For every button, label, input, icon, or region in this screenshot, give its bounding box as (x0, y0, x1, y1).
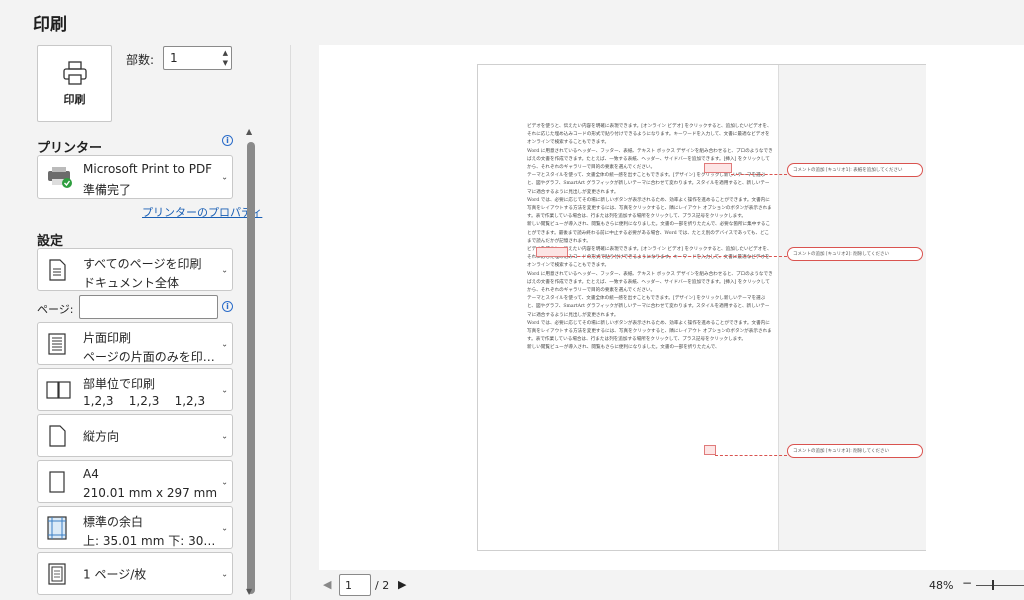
margins-icon (46, 515, 68, 540)
one-sided-icon (46, 332, 68, 356)
comment-connector (567, 256, 787, 257)
printer-status: 準備完了 (83, 183, 132, 197)
paragraph: テーマとスタイルを使って、文書全体の統一感を出すこともできます。[デザイン] を… (527, 296, 770, 318)
paragraph: Word に用意されているヘッダー、フッター、表紙、テキスト ボックス デザイン… (527, 271, 773, 294)
pages-per-sheet-icon (46, 562, 68, 586)
pages-label: ページ: (37, 303, 74, 316)
info-icon[interactable]: i (222, 301, 233, 312)
portrait-icon (46, 424, 68, 448)
printer-name: Microsoft Print to PDF (83, 162, 213, 176)
paper-size-detail: 210.01 mm x 297 mm (83, 486, 218, 500)
page-number-input[interactable]: 1 (339, 574, 371, 596)
chevron-down-icon: ⌄ (221, 569, 228, 578)
margins-detail: 上: 35.01 mm 下: 30… (83, 534, 216, 548)
comment-highlight (536, 247, 568, 257)
chevron-down-icon: ⌄ (221, 523, 228, 532)
printer-properties-link[interactable]: プリンターのプロパティ (142, 204, 262, 220)
margins-label: 標準の余白 (83, 515, 144, 529)
print-button-label: 印刷 (63, 92, 86, 106)
chevron-down-icon: ⌄ (221, 431, 228, 440)
page-text: ビデオを使うと、伝えたい内容を明確に表現できます。[オンライン ビデオ] をクリ… (527, 123, 773, 353)
previous-page-icon[interactable]: ◀ (323, 578, 331, 591)
copies-value: 1 (170, 51, 178, 65)
comment-bubble: コメントの追加 [キュリオ3]: 削除してください (787, 444, 923, 458)
copies-label: 部数: (126, 53, 155, 67)
pages-per-sheet-dropdown[interactable]: 1 ページ/枚 ⌄ (37, 552, 233, 595)
collate-label: 部単位で印刷 (83, 377, 156, 391)
copies-stepper[interactable]: 1 ▲ ▼ (163, 46, 232, 70)
print-button[interactable]: 印刷 (37, 45, 112, 122)
preview-page: ビデオを使うと、伝えたい内容を明確に表現できます。[オンライン ビデオ] をクリ… (477, 64, 926, 551)
chevron-down-icon: ⌄ (221, 385, 228, 394)
sides-label: 片面印刷 (83, 331, 132, 345)
document-pages-icon (46, 258, 68, 282)
sides-dropdown[interactable]: 片面印刷 ページの片面のみを印刷し… ⌄ (37, 322, 233, 365)
collate-dropdown[interactable]: 部単位で印刷 1,2,3 1,2,3 1,2,3 ⌄ (37, 368, 233, 411)
spin-arrows-icon[interactable]: ▲ ▼ (223, 48, 228, 68)
orientation-label: 縦方向 (83, 429, 120, 443)
print-range-detail: ドキュメント全体 (83, 276, 180, 290)
chevron-down-icon: ⌄ (221, 477, 228, 486)
orientation-dropdown[interactable]: 縦方向 ⌄ (37, 414, 233, 457)
printer-icon (62, 60, 87, 85)
paragraph: ビデオを使うと、伝えたい内容を明確に表現できます。[オンライン ビデオ] をクリ… (527, 124, 772, 146)
panel-divider (290, 45, 291, 600)
paragraph: テーマとスタイルを使って、文書全体の統一感を出すこともできます。[デザイン] を… (527, 173, 770, 195)
sides-detail: ページの片面のみを印刷し… (83, 350, 219, 364)
page-total: / 2 (375, 579, 390, 592)
zoom-out-icon[interactable]: − (962, 576, 972, 590)
paragraph: 新しい閲覧ビューが導入され、閲覧もさらに便利になりました。文書の一部を折りたたん… (527, 345, 720, 351)
chevron-down-icon: ⌄ (221, 172, 228, 182)
paragraph: 新しい閲覧ビューが導入され、閲覧もさらに便利になりました。文書の一部を折りたたん… (527, 222, 771, 244)
pages-input[interactable] (79, 295, 218, 319)
paragraph: Word では、必要に応じてその場に新しいボタンが表示されるため、効率よく操作を… (527, 320, 772, 343)
comment-highlight (704, 163, 732, 173)
zoom-slider[interactable] (976, 585, 1024, 586)
comment-connector (731, 174, 787, 175)
paragraph: Word に用意されているヘッダー、フッター、表紙、テキスト ボックス デザイン… (527, 148, 773, 171)
print-range-label: すべてのページを印刷 (83, 257, 202, 271)
settings-heading: 設定 (37, 234, 64, 249)
margins-dropdown[interactable]: 標準の余白 上: 35.01 mm 下: 30… ⌄ (37, 506, 233, 549)
page-title: 印刷 (33, 15, 67, 35)
comment-bubble: コメントの追加 [キュリオ1]: 表紙を追加してください (787, 163, 923, 177)
markup-area (778, 65, 926, 550)
zoom-slider-thumb[interactable] (992, 580, 994, 590)
paragraph: Word では、必要に応じてその場に新しいボタンが表示されるため、効率よく操作を… (527, 197, 772, 220)
scroll-down-icon[interactable]: ▼ (246, 587, 252, 596)
zoom-level: 48% (929, 579, 954, 592)
printer-heading: プリンター (37, 141, 103, 156)
pages-per-sheet-label: 1 ページ/枚 (83, 567, 147, 581)
collate-detail: 1,2,3 1,2,3 1,2,3 (83, 394, 206, 408)
chevron-down-icon: ⌄ (221, 265, 228, 274)
comment-connector (715, 455, 787, 456)
printer-ready-icon (46, 165, 74, 189)
chevron-down-icon: ⌄ (221, 339, 228, 348)
scroll-up-icon[interactable]: ▲ (246, 127, 252, 136)
paper-size-label: A4 (83, 467, 99, 481)
comment-bubble: コメントの追加 [キュリオ2]: 削除してください (787, 247, 923, 261)
settings-scrollbar[interactable] (247, 142, 255, 594)
comment-highlight (704, 445, 716, 455)
paper-size-dropdown[interactable]: A4 210.01 mm x 297 mm ⌄ (37, 460, 233, 503)
printer-dropdown[interactable]: Microsoft Print to PDF 準備完了 ⌄ (37, 155, 233, 199)
info-icon[interactable]: i (222, 135, 233, 146)
print-range-dropdown[interactable]: すべてのページを印刷 ドキュメント全体 ⌄ (37, 248, 233, 291)
next-page-icon[interactable]: ▶ (398, 578, 406, 591)
paper-icon (46, 470, 68, 494)
collated-icon (46, 378, 72, 402)
